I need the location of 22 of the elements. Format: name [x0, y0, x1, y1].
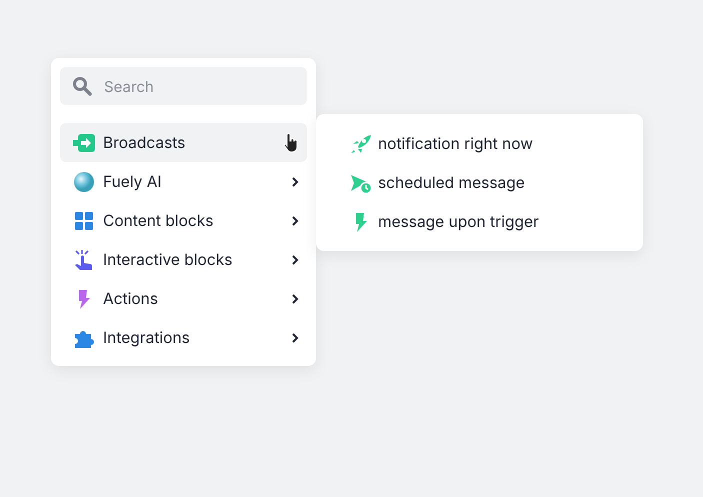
chevron-right-icon	[291, 332, 299, 344]
hand-cursor-icon	[283, 132, 299, 152]
chevron-right-icon	[291, 214, 299, 226]
chevron-right-icon	[291, 254, 299, 266]
grid-icon	[73, 210, 95, 230]
menu-item[interactable]: Fuely AI	[60, 162, 307, 201]
menu-item[interactable]: Content blocks	[60, 201, 307, 240]
clock-icon	[350, 172, 372, 192]
menu-item[interactable]: Broadcasts	[60, 123, 307, 162]
rocket-icon	[350, 134, 372, 154]
submenu-item[interactable]: notification right now	[326, 124, 633, 163]
menu-item[interactable]: Interactive blocks	[60, 240, 307, 279]
tap-icon	[73, 250, 95, 270]
globe-icon	[73, 172, 95, 192]
chevron-right-icon	[291, 176, 299, 188]
chevron-right-icon	[291, 292, 299, 304]
search-field[interactable]: Search	[60, 67, 307, 105]
submenu-item[interactable]: message upon trigger	[326, 202, 633, 241]
arrow-right-icon	[73, 132, 95, 152]
menu-item[interactable]: Actions	[60, 279, 307, 318]
submenu-item[interactable]: scheduled message	[326, 163, 633, 202]
menu-item[interactable]: Integrations	[60, 318, 307, 357]
